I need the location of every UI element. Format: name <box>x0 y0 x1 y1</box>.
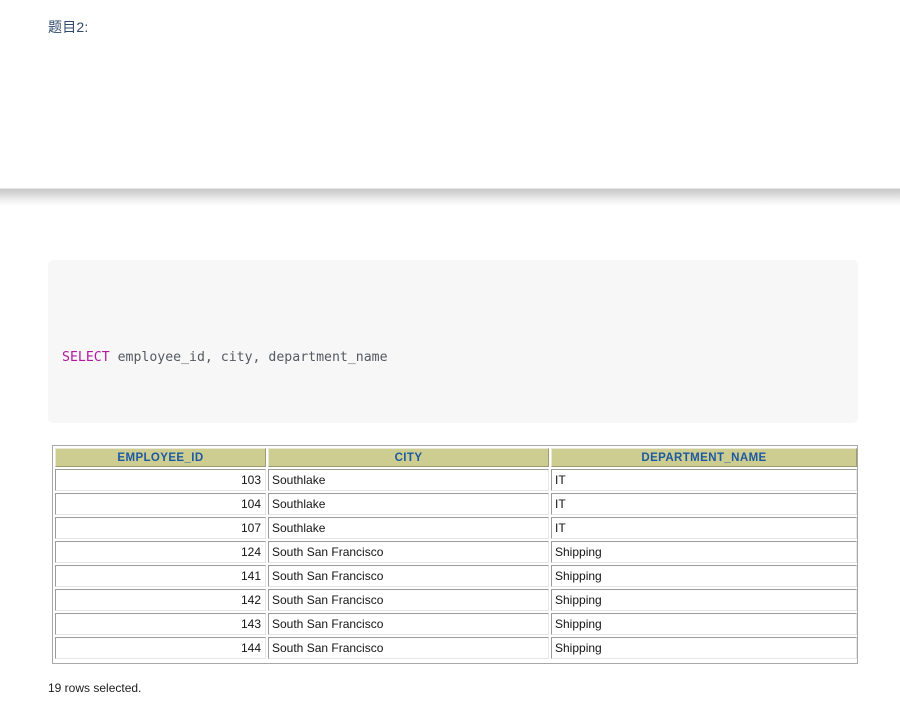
cell-department-name: Shipping <box>551 541 857 563</box>
sql-keyword: SELECT <box>62 350 110 366</box>
sql-identifiers: employee_id, city, department_name <box>109 350 388 366</box>
result-table: EMPLOYEE_ID CITY DEPARTMENT_NAME 103 Sou… <box>53 446 857 661</box>
cell-employee-id: 107 <box>55 517 266 539</box>
code-line: SELECT employee_id, city, department_nam… <box>62 346 858 371</box>
query-result-grid: EMPLOYEE_ID CITY DEPARTMENT_NAME 103 Sou… <box>52 445 858 664</box>
cell-employee-id: 104 <box>55 493 266 515</box>
cell-employee-id: 103 <box>55 469 266 491</box>
table-row[interactable]: 124 South San Francisco Shipping <box>55 541 857 563</box>
cell-city: Southlake <box>268 517 549 539</box>
cell-city: Southlake <box>268 469 549 491</box>
column-header-city[interactable]: CITY <box>268 448 549 467</box>
column-header-employee-id[interactable]: EMPLOYEE_ID <box>55 448 266 467</box>
table-row[interactable]: 144 South San Francisco Shipping <box>55 637 857 659</box>
cell-department-name: IT <box>551 493 857 515</box>
sql-code-block: SELECT employee_id, city, department_nam… <box>48 260 858 423</box>
table-row[interactable]: 142 South San Francisco Shipping <box>55 589 857 611</box>
table-row[interactable]: 104 Southlake IT <box>55 493 857 515</box>
cell-department-name: Shipping <box>551 589 857 611</box>
cell-employee-id: 124 <box>55 541 266 563</box>
cell-employee-id: 142 <box>55 589 266 611</box>
cell-city: South San Francisco <box>268 637 549 659</box>
table-row[interactable]: 141 South San Francisco Shipping <box>55 565 857 587</box>
table-row[interactable]: 103 Southlake IT <box>55 469 857 491</box>
rows-selected-label: 19 rows selected. <box>48 681 142 695</box>
cell-employee-id: 144 <box>55 637 266 659</box>
cell-department-name: Shipping <box>551 637 857 659</box>
cell-department-name: Shipping <box>551 565 857 587</box>
cell-employee-id: 143 <box>55 613 266 635</box>
cell-city: South San Francisco <box>268 613 549 635</box>
cell-city: South San Francisco <box>268 565 549 587</box>
page-title: 题目2: <box>48 19 89 35</box>
cell-department-name: Shipping <box>551 613 857 635</box>
horizontal-divider <box>0 188 900 206</box>
table-row[interactable]: 107 Southlake IT <box>55 517 857 539</box>
cell-department-name: IT <box>551 517 857 539</box>
cell-city: South San Francisco <box>268 589 549 611</box>
column-header-department-name[interactable]: DEPARTMENT_NAME <box>551 448 857 467</box>
cell-employee-id: 141 <box>55 565 266 587</box>
cell-city: South San Francisco <box>268 541 549 563</box>
table-row[interactable]: 143 South San Francisco Shipping <box>55 613 857 635</box>
cell-department-name: IT <box>551 469 857 491</box>
table-header: EMPLOYEE_ID CITY DEPARTMENT_NAME <box>55 448 857 467</box>
table-body: 103 Southlake IT 104 Southlake IT 107 So… <box>55 469 857 659</box>
table-header-row: EMPLOYEE_ID CITY DEPARTMENT_NAME <box>55 448 857 467</box>
cell-city: Southlake <box>268 493 549 515</box>
